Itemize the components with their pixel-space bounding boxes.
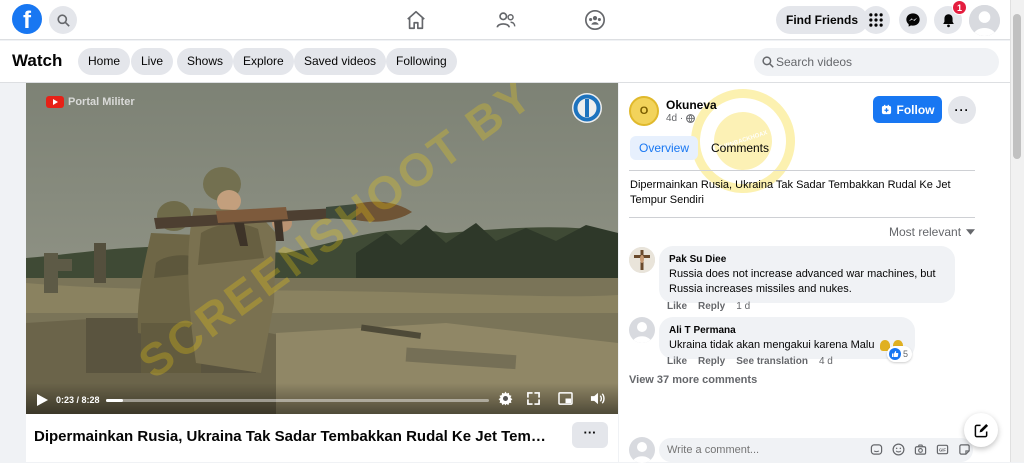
youtube-logo-icon [46,96,64,108]
like-reaction-icon [889,348,901,360]
tab-explore[interactable]: Explore [233,48,294,75]
tab-following[interactable]: Following [386,48,457,75]
author-avatar[interactable]: O [629,96,659,126]
video-player[interactable]: Portal Militer SCREENSHOOT BY 0:23 / 8:2… [26,83,618,414]
video-more-options-button[interactable]: ··· [572,422,608,448]
description-divider [629,217,975,218]
top-navigation-bar: f Find Friends 1 [0,0,1010,40]
post-details-panel: TURNBACKHOAX O Okuneva 4d · Follow ··· O… [619,75,1010,463]
commenter-avatar[interactable] [629,317,655,343]
comment-bubble: Pak Su Diee Russia does not increase adv… [659,246,955,303]
tab-saved-videos[interactable]: Saved videos [294,48,387,75]
tabs-divider [629,170,975,171]
groups-nav-button[interactable] [583,8,607,32]
compose-icon [974,423,988,437]
comment-time: 1 d [736,301,751,312]
like-comment-link[interactable]: Like [667,301,687,312]
grid-menu-icon [869,13,883,27]
tab-home[interactable]: Home [78,48,131,75]
volume-icon[interactable] [590,391,605,406]
comment-bubble: Ali T Permana Ukraina tidak akan mengaku… [659,317,915,359]
search-icon [56,13,70,27]
menu-button[interactable] [862,6,890,34]
see-translation-link[interactable]: See translation [736,356,808,367]
watch-header: Watch Home Live Shows Explore Saved vide… [0,41,1010,83]
bell-icon [942,13,954,27]
svg-text:GIF: GIF [939,448,946,453]
search-button[interactable] [49,6,77,34]
more-dots-icon: ··· [954,103,970,117]
channel-logo-icon [572,93,602,123]
video-search[interactable] [754,48,999,76]
comment-actions: Like Reply 1 d [667,301,750,312]
default-avatar-icon [629,317,655,343]
video-time: 0:23 / 8:28 [56,395,100,405]
groups-icon [585,10,605,30]
tab-overview[interactable]: Overview [630,136,699,160]
default-avatar-icon [629,437,655,463]
post-more-options-button[interactable]: ··· [948,96,976,124]
post-meta: 4d · [666,113,696,124]
sticker-icon[interactable] [958,443,971,456]
messenger-icon [906,13,920,27]
home-icon [407,10,425,30]
video-title: Dipermainkan Rusia, Ukraina Tak Sadar Te… [34,428,554,445]
reply-comment-link[interactable]: Reply [698,301,725,312]
reply-comment-link[interactable]: Reply [698,356,725,367]
messenger-button[interactable] [899,6,927,34]
new-message-button[interactable] [964,413,998,447]
video-controls: 0:23 / 8:28 [26,383,618,414]
search-icon [762,56,774,68]
page-title: Watch [12,51,63,70]
commenter-name[interactable]: Pak Su Diee [669,252,945,267]
find-friends-button[interactable]: Find Friends [776,6,868,34]
comment-time: 4 d [818,356,833,367]
friends-nav-button[interactable] [494,8,518,32]
view-more-comments-link[interactable]: View 37 more comments [629,374,757,386]
settings-gear-icon[interactable] [498,391,513,406]
reaction-summary[interactable]: 5 [887,346,913,362]
comment-text: Ukraina tidak akan mengakui karena Malu [669,338,905,353]
follow-button[interactable]: Follow [873,96,942,123]
follow-icon [881,104,891,115]
sort-comments-dropdown[interactable]: Most relevant [889,225,976,239]
progress-fill [106,399,124,402]
like-comment-link[interactable]: Like [667,356,687,367]
post-description: Dipermainkan Rusia, Ukraina Tak Sadar Te… [630,179,951,206]
progress-track[interactable] [106,399,489,402]
emoji-picker-icon[interactable] [892,443,905,456]
scrollbar-thumb[interactable] [1013,14,1021,159]
notification-badge: 1 [952,0,967,15]
gif-icon[interactable]: GIF [936,443,949,456]
my-avatar[interactable] [629,437,655,463]
author-name[interactable]: Okuneva [666,98,717,112]
composer-tools: GIF [870,443,971,456]
tab-comments[interactable]: Comments [703,136,777,160]
tab-live[interactable]: Live [131,48,174,75]
default-avatar-icon [969,5,1000,36]
avatar-sticker-icon[interactable] [870,443,883,456]
expand-icon[interactable] [527,392,540,405]
tab-shows[interactable]: Shows [177,48,234,75]
home-nav-button[interactable] [404,8,428,32]
commenter-name[interactable]: Ali T Permana [669,323,905,338]
comment-input[interactable] [667,438,857,462]
comment-text: Russia does not increase advanced war ma… [669,268,936,295]
facebook-logo[interactable]: f [12,4,42,34]
play-icon[interactable] [37,394,48,406]
crucifix-avatar-icon [629,247,655,273]
video-caption-bar: Dipermainkan Rusia, Ukraina Tak Sadar Te… [26,414,618,462]
account-avatar[interactable] [969,5,1000,36]
camera-icon[interactable] [914,443,927,456]
chevron-down-icon [966,229,976,235]
video-panel: Portal Militer SCREENSHOOT BY 0:23 / 8:2… [0,83,627,462]
comment-composer[interactable]: GIF [659,438,973,462]
friends-icon [496,12,516,28]
commenter-avatar[interactable] [629,247,655,273]
comment-actions: Like Reply See translation 4 d [667,356,833,367]
channel-watermark: Portal Militer [46,96,135,108]
globe-icon [686,114,696,123]
picture-in-picture-icon[interactable] [558,392,573,405]
search-videos-input[interactable] [776,48,991,76]
